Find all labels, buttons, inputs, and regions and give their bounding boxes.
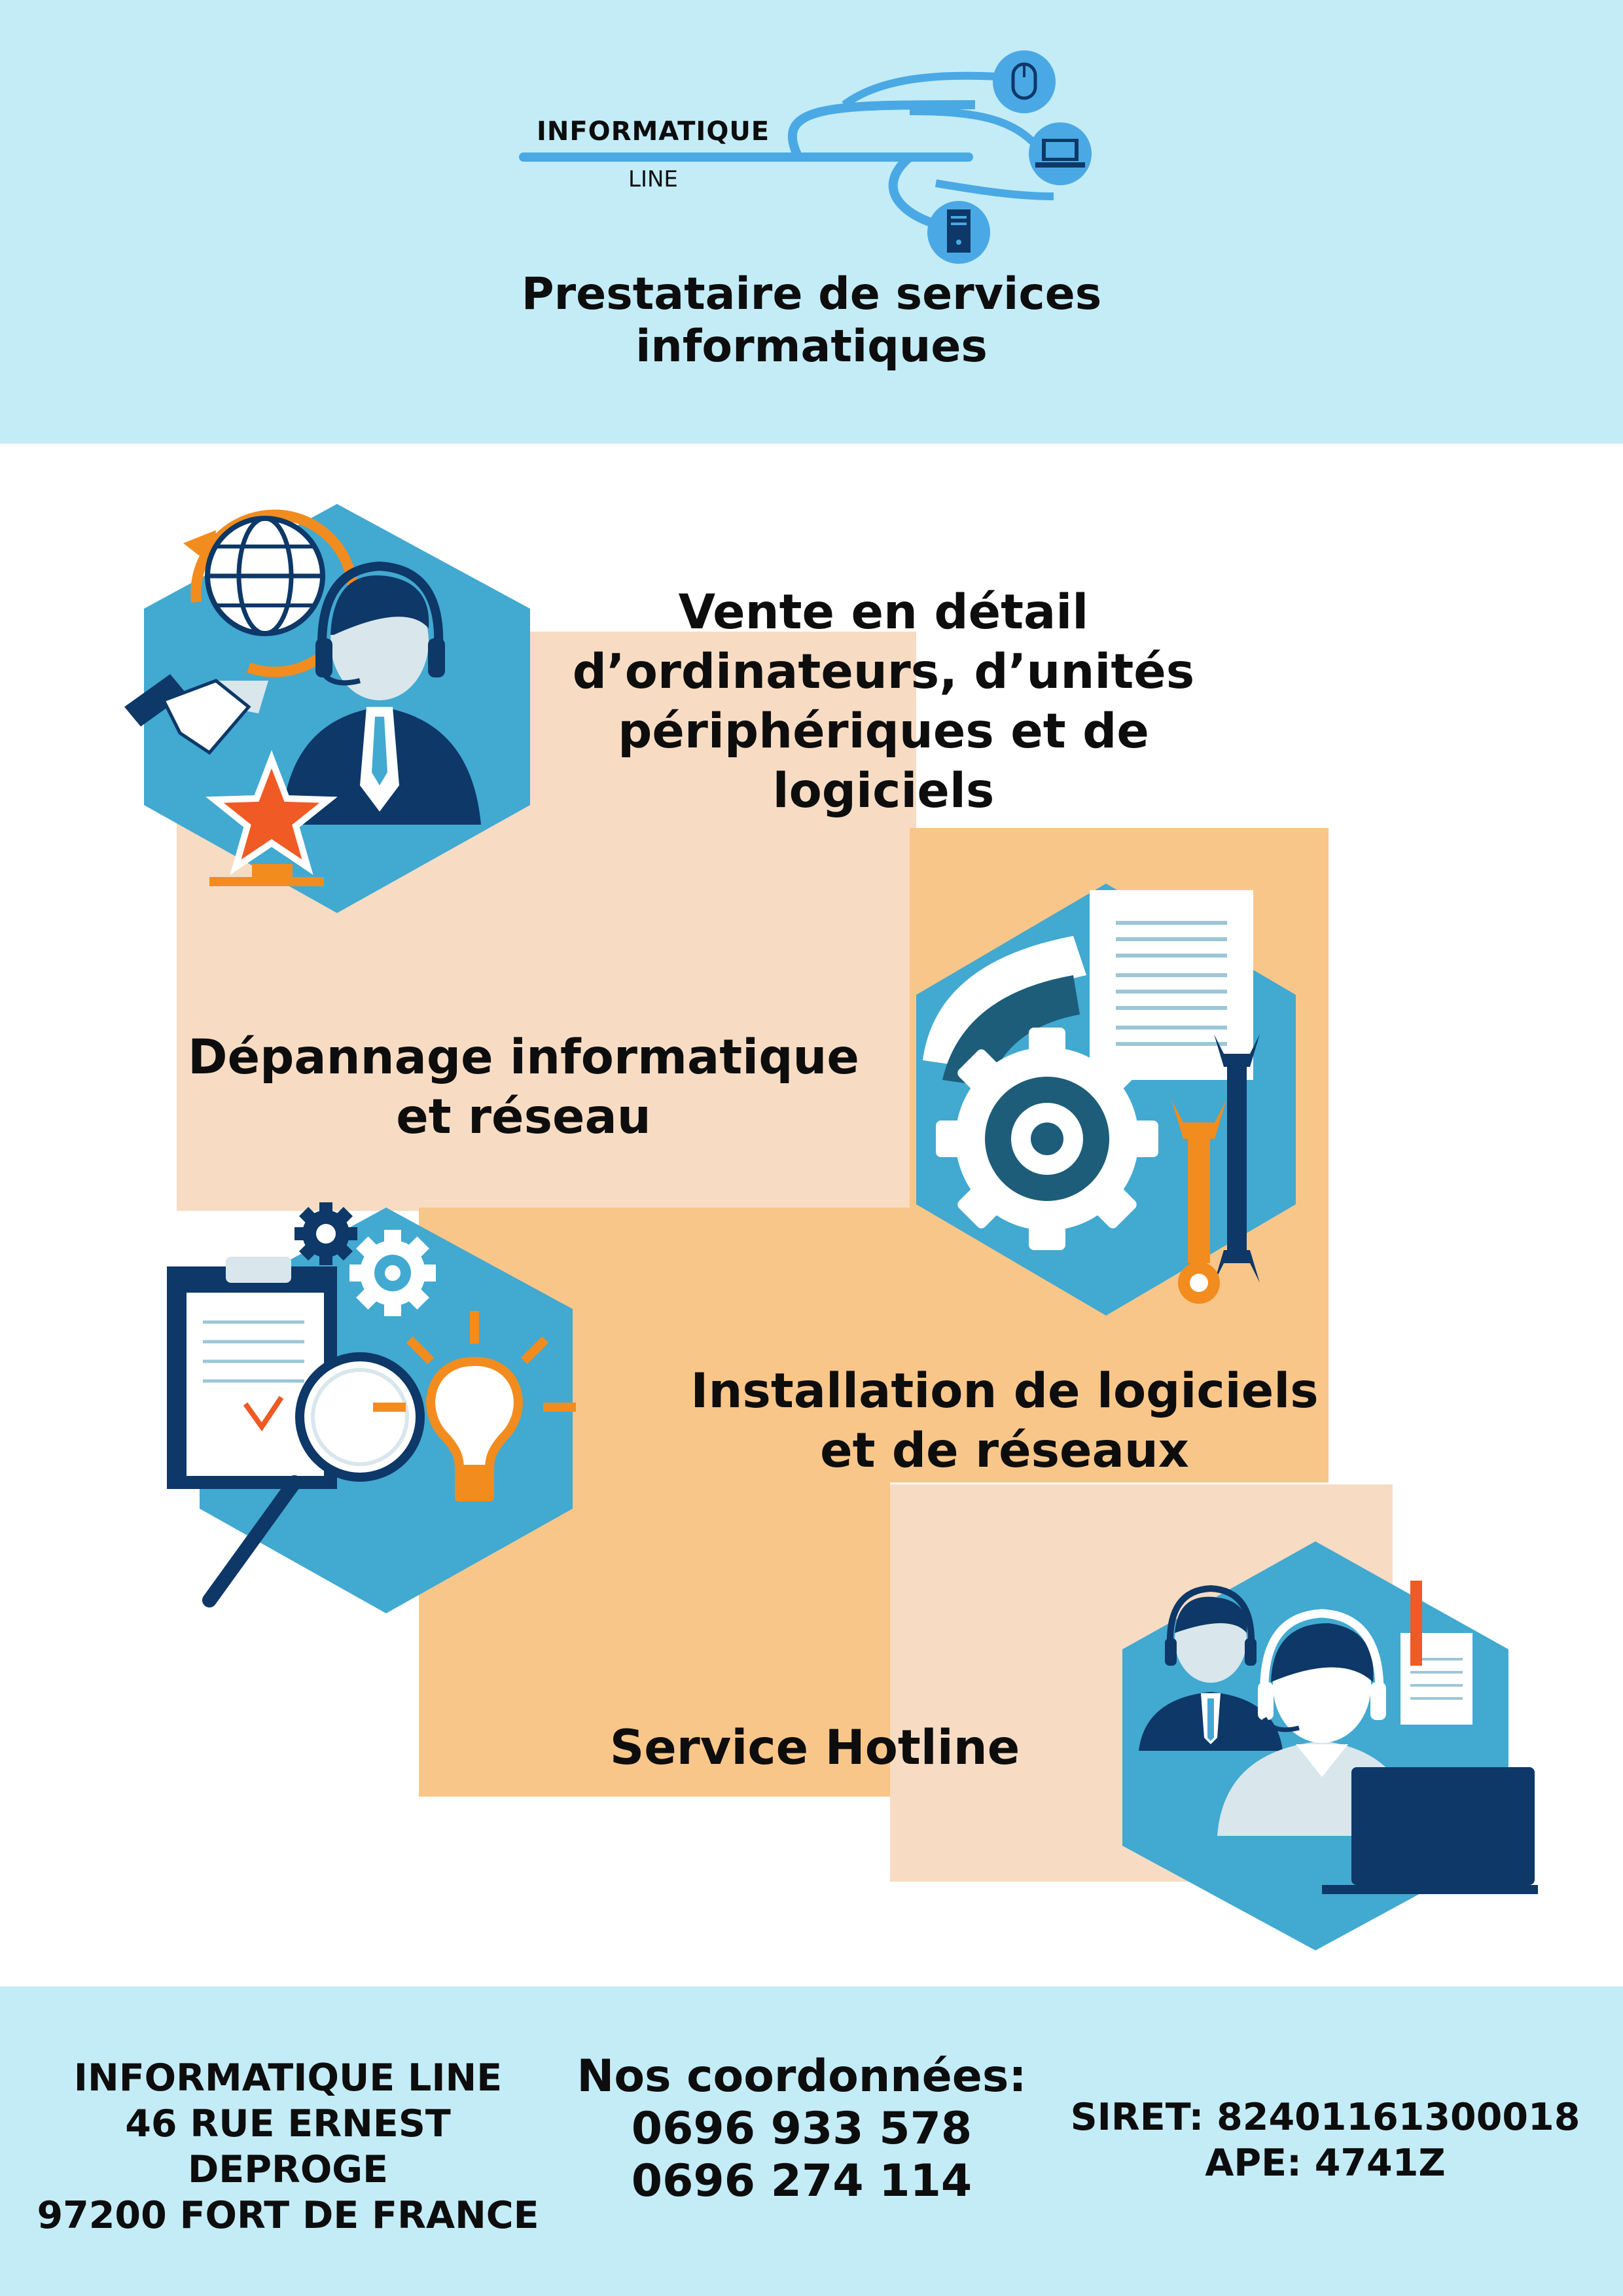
clipboard-magnifier-bulb-icon [167, 1202, 576, 1613]
repair-gear-wrench-icon [916, 884, 1296, 1316]
informatique-line-logo [519, 50, 1092, 264]
laptop-icon [1029, 122, 1092, 185]
service-repair-line-2: et réseau [396, 1089, 651, 1145]
tagline: Prestataire de services informatiques [419, 268, 1204, 373]
mouse-icon [993, 50, 1056, 113]
phone-1: 0696 933 578 [631, 2103, 972, 2155]
service-installation-line-1: Installation de logiciels [690, 1363, 1319, 1419]
logo-word-informatique: INFORMATIQUE [537, 117, 770, 147]
service-hotline-line-1: Service Hotline [609, 1720, 1020, 1776]
company-name: INFORMATIQUE LINE [73, 2056, 503, 2100]
service-sales-line-3: périphériques et de [618, 704, 1149, 759]
address-city: 97200 FORT DE FRANCE [37, 2194, 539, 2237]
tagline-line-2: informatiques [635, 321, 988, 372]
legal-info: SIRET: 82401161300018 APE: 4741Z [1047, 2094, 1603, 2186]
contact-title: Nos coordonnées: [577, 2051, 1027, 2102]
siret: SIRET: 82401161300018 [1070, 2096, 1580, 2139]
service-repair-line-1: Dépannage informatique [188, 1030, 859, 1085]
service-sales: Vente en détail d’ordinateurs, d’unités … [517, 583, 1250, 821]
ape-code: APE: 4741Z [1205, 2142, 1446, 2185]
phone-2: 0696 274 114 [631, 2155, 972, 2207]
desktop-tower-icon [927, 201, 990, 264]
customer-service-globe-icon [124, 504, 530, 913]
service-hotline: Service Hotline [576, 1718, 1054, 1778]
company-address: INFORMATIQUE LINE 46 RUE ERNEST DEPROGE … [13, 2055, 563, 2238]
contact-block: Nos coordonnées: 0696 933 578 0696 274 1… [563, 2051, 1041, 2208]
address-street-2: DEPROGE [187, 2148, 389, 2191]
tagline-line-1: Prestataire de services [521, 268, 1102, 320]
logo-word-line: LINE [628, 166, 678, 192]
service-installation-line-2: et de réseaux [820, 1423, 1189, 1479]
service-installation: Installation de logiciels et de réseaux [668, 1361, 1342, 1480]
address-street: 46 RUE ERNEST [125, 2102, 451, 2145]
service-sales-line-4: logiciels [772, 763, 995, 819]
hotline-operators-icon [1122, 1541, 1538, 1950]
service-sales-line-1: Vente en détail [678, 584, 1089, 640]
service-repair: Dépannage informatique et réseau [167, 1028, 880, 1147]
service-sales-line-2: d’ordinateurs, d’unités [572, 644, 1195, 700]
